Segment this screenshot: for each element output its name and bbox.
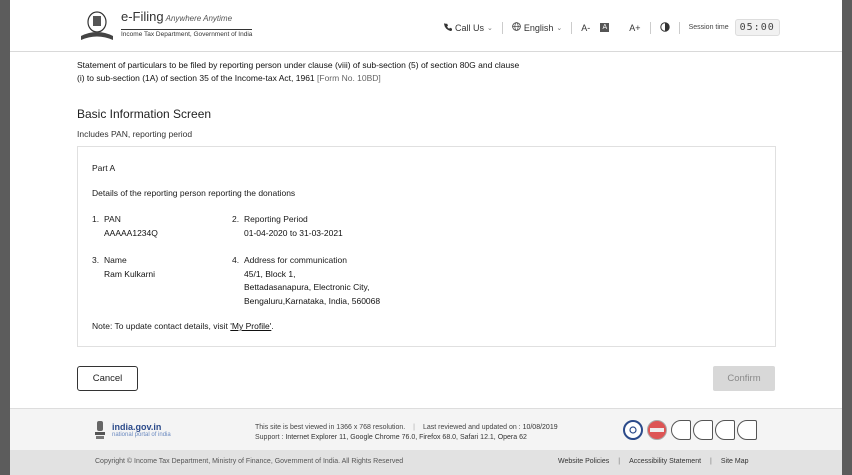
field-number: 1. bbox=[92, 214, 100, 224]
address-line-2: Bettadasanapura, Electronic City, bbox=[244, 282, 370, 292]
efiling-logo[interactable]: e-Filing Anywhere Anytime Income Tax Depa… bbox=[77, 9, 253, 42]
address-line-3: Bengaluru,Karnataka, India, 560068 bbox=[244, 295, 381, 306]
link-divider: | bbox=[618, 458, 621, 465]
gov-site-name: india.gov.in bbox=[112, 422, 162, 432]
divider bbox=[649, 21, 651, 34]
font-increase-button[interactable]: A+ bbox=[629, 23, 640, 33]
page-title: Basic Information Screen bbox=[77, 107, 212, 121]
field-number: 2. bbox=[232, 214, 240, 224]
cancel-button[interactable]: Cancel bbox=[77, 366, 138, 391]
note-period: . bbox=[271, 321, 274, 331]
certification-badge-icon bbox=[623, 420, 643, 440]
main-content: Statement of particulars to be filed by … bbox=[77, 58, 777, 347]
part-description: Details of the reporting person reportin… bbox=[92, 188, 296, 198]
page-frame: e-Filing Anywhere Anytime Income Tax Depa… bbox=[10, 0, 842, 475]
emblem-icon bbox=[94, 420, 106, 440]
site-info: This site is best viewed in 1366 x 768 r… bbox=[255, 423, 558, 443]
support-browsers: Internet Explorer 11, Google Chrome 76.0… bbox=[285, 434, 527, 441]
address-line-1: 45/1, Block 1, bbox=[244, 268, 296, 279]
session-timer: 05:00 bbox=[734, 19, 780, 36]
page-subtitle: Includes PAN, reporting period bbox=[77, 129, 193, 139]
divider bbox=[571, 21, 573, 34]
logo-subtitle: Income Tax Department, Government of Ind… bbox=[121, 29, 253, 38]
chevron-down-icon: ⌄ bbox=[556, 24, 563, 32]
field-reporting-period: 2. Reporting Period 01-04-2020 to 31-03-… bbox=[232, 213, 432, 243]
chevron-down-icon: ⌄ bbox=[487, 24, 493, 32]
field-pan: 1. PAN AAAAA1234Q bbox=[92, 213, 232, 243]
part-a-card: Part A Details of the reporting person r… bbox=[77, 146, 776, 347]
footer-bar: Copyright © Income Tax Department, Minis… bbox=[10, 450, 842, 475]
copyright-text: Copyright © Income Tax Department, Minis… bbox=[95, 458, 404, 465]
field-number: 4. bbox=[232, 255, 240, 265]
header-controls: Call Us ⌄ English ⌄ A- A A+ Session time… bbox=[444, 19, 780, 36]
field-label: PAN bbox=[104, 214, 121, 224]
globe-icon bbox=[512, 22, 521, 33]
part-heading: Part A bbox=[92, 163, 116, 173]
field-number: 3. bbox=[92, 255, 100, 265]
emblem-icon bbox=[77, 10, 117, 42]
last-reviewed-label: Last reviewed and updated on : bbox=[422, 424, 521, 431]
footer-link-accessibility[interactable]: Accessibility Statement bbox=[629, 458, 701, 465]
session-time-label: Session time bbox=[688, 24, 729, 31]
form-title-line1: Statement of particulars to be filed by … bbox=[77, 60, 520, 70]
field-label: Name bbox=[104, 255, 127, 265]
phone-icon bbox=[444, 22, 452, 33]
call-us-label: Call Us bbox=[455, 22, 485, 33]
divider bbox=[501, 21, 503, 34]
last-reviewed-date: 10/08/2019 bbox=[522, 424, 558, 431]
field-value: 01-04-2020 to 31-03-2021 bbox=[244, 227, 343, 238]
footer-link-website-policies[interactable]: Website Policies bbox=[558, 458, 609, 465]
gov-site-tagline: national portal of india bbox=[112, 432, 171, 438]
india-gov-link[interactable]: india.gov.in national portal of india bbox=[94, 420, 171, 440]
my-profile-link[interactable]: 'My Profile' bbox=[230, 321, 271, 331]
logo-title: e-Filing bbox=[121, 9, 164, 24]
contact-note: Note: To update contact details, visit '… bbox=[92, 321, 274, 331]
language-select[interactable]: English ⌄ bbox=[512, 22, 562, 33]
field-value: Ram Kulkarni bbox=[104, 268, 156, 279]
font-reset-button[interactable]: A bbox=[600, 23, 610, 32]
best-viewed-text: This site is best viewed in 1366 x 768 r… bbox=[255, 424, 406, 431]
field-name: 3. Name Ram Kulkarni bbox=[92, 254, 232, 284]
certification-badges bbox=[623, 420, 757, 440]
support-label: Support : bbox=[255, 434, 284, 441]
contrast-icon[interactable] bbox=[659, 21, 670, 34]
seal-badge-icon bbox=[647, 420, 667, 440]
font-decrease-button[interactable]: A- bbox=[581, 23, 590, 33]
form-number: [Form No. 10BD] bbox=[317, 73, 381, 83]
call-us-menu[interactable]: Call Us ⌄ bbox=[444, 23, 493, 33]
footer-links: Website Policies | Accessibility Stateme… bbox=[558, 458, 749, 465]
standards-badges-icon bbox=[671, 420, 757, 440]
site-header: e-Filing Anywhere Anytime Income Tax Depa… bbox=[10, 0, 842, 52]
note-text: Note: To update contact details, visit bbox=[92, 321, 228, 331]
form-title: Statement of particulars to be filed by … bbox=[77, 59, 547, 85]
field-address: 4. Address for communication 45/1, Block… bbox=[232, 254, 452, 310]
language-label: English bbox=[523, 22, 554, 33]
form-title-line2: (i) to sub-section (1A) of section 35 of… bbox=[77, 73, 315, 83]
field-label: Address for communication bbox=[244, 255, 347, 265]
confirm-button[interactable]: Confirm bbox=[713, 366, 775, 391]
logo-tagline: Anywhere Anytime bbox=[165, 14, 233, 23]
info-divider: | bbox=[413, 424, 415, 431]
site-footer: india.gov.in national portal of india Th… bbox=[10, 408, 842, 450]
field-value: AAAAA1234Q bbox=[104, 227, 158, 238]
field-label: Reporting Period bbox=[244, 214, 308, 224]
divider bbox=[678, 21, 680, 34]
link-divider: | bbox=[710, 458, 712, 465]
footer-link-site-map[interactable]: Site Map bbox=[721, 458, 749, 465]
